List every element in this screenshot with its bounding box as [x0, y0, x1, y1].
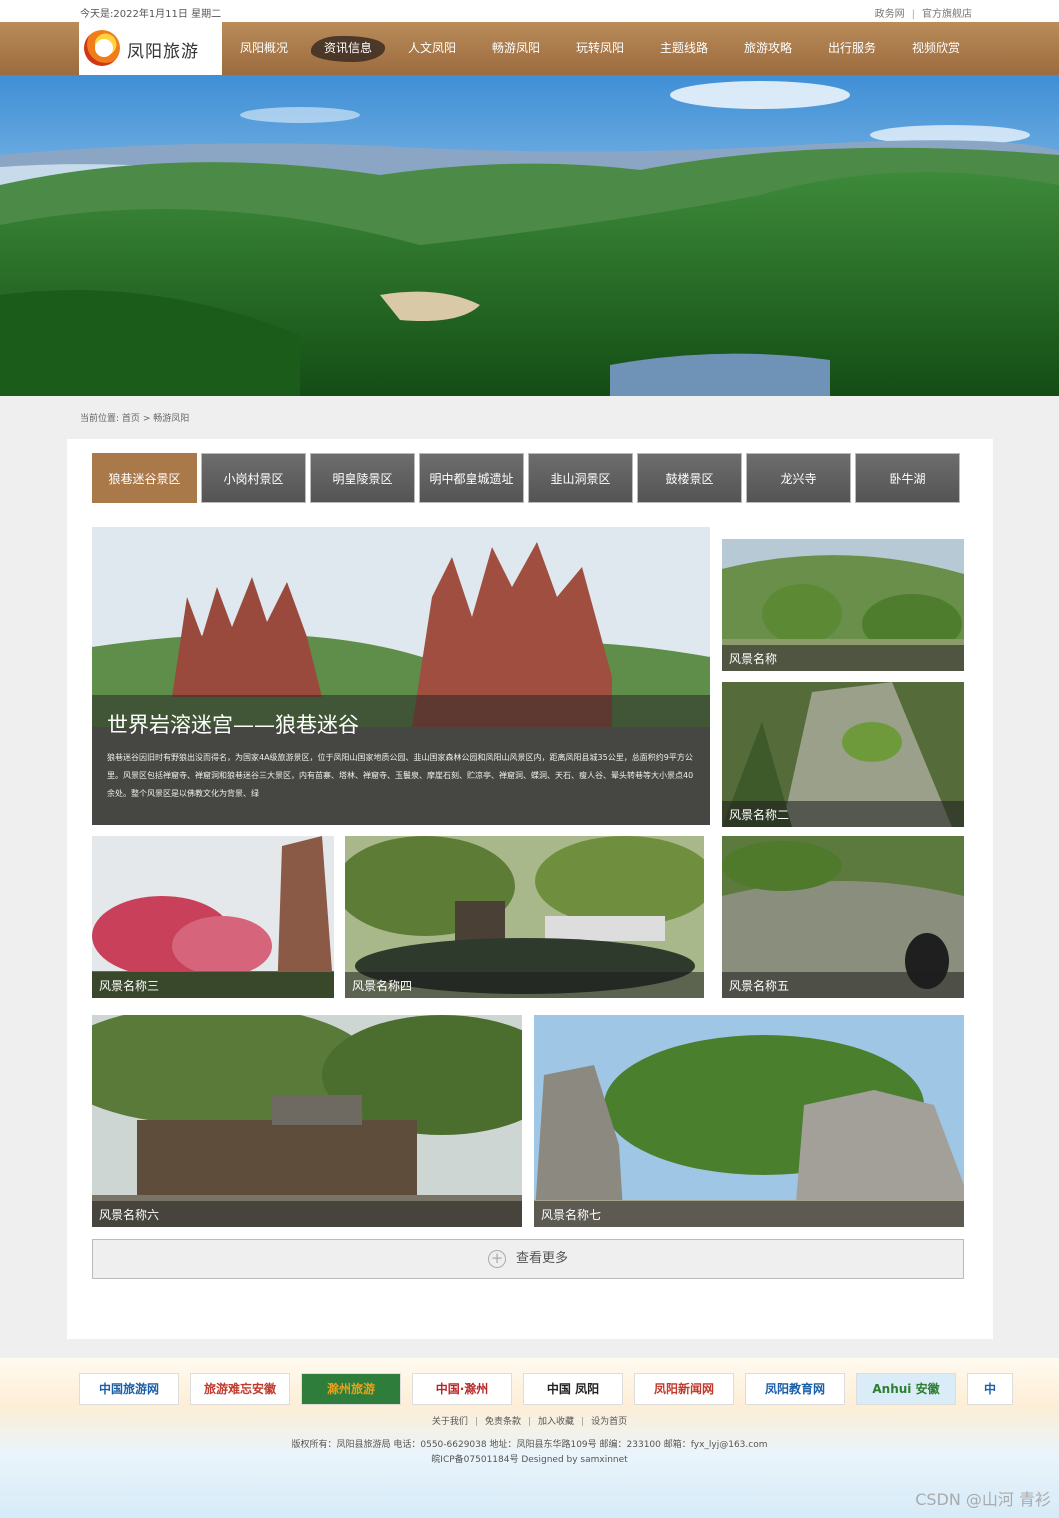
- feature-tile[interactable]: 世界岩溶迷宫——狼巷迷谷 狼巷迷谷因旧时有野狼出没而得名，为国家4A级旅游景区，…: [92, 527, 710, 825]
- link-disclaimer[interactable]: 免责条款: [485, 1417, 521, 1427]
- friend-link-anhui-tour[interactable]: 旅游难忘安徽: [190, 1373, 290, 1405]
- tile-caption: 风景名称七: [534, 1201, 964, 1227]
- link-flagship-store[interactable]: 官方旗舰店: [922, 9, 972, 20]
- friend-link-chuzhou-tour[interactable]: 滁州旅游: [301, 1373, 401, 1405]
- tab-gulou[interactable]: 鼓楼景区: [637, 453, 742, 503]
- scenic-photo: [92, 1015, 522, 1227]
- friend-link-cnta[interactable]: 中国旅游网: [79, 1373, 179, 1405]
- nav-item[interactable]: 出行服务: [810, 22, 894, 75]
- feature-caption: 世界岩溶迷宫——狼巷迷谷 狼巷迷谷因旧时有野狼出没而得名，为国家4A级旅游景区，…: [92, 695, 710, 825]
- scenic-tile[interactable]: 风景名称六: [92, 1015, 522, 1227]
- tile-caption: 风景名称四: [345, 972, 704, 998]
- top-links: 政务网 | 官方旗舰店: [874, 9, 972, 20]
- tab-jiushandong[interactable]: 韭山洞景区: [528, 453, 633, 503]
- tile-caption: 风景名称二: [722, 801, 964, 827]
- link-about-us[interactable]: 关于我们: [432, 1417, 468, 1427]
- hero-banner-image: [0, 75, 1059, 396]
- link-add-favorite[interactable]: 加入收藏: [538, 1417, 574, 1427]
- breadcrumb-current: 畅游凤阳: [153, 414, 190, 424]
- nav-item-active[interactable]: 资讯信息: [306, 22, 390, 75]
- icp-text: 皖ICP备07501184号 Designed by samxinnet: [431, 1455, 628, 1465]
- tile-caption: 风景名称: [722, 645, 964, 671]
- nav-item[interactable]: 旅游攻略: [726, 22, 810, 75]
- scenic-tabs: 狼巷迷谷景区 小岗村景区 明皇陵景区 明中都皇城遗址 韭山洞景区 鼓楼景区 龙兴…: [92, 453, 964, 503]
- tab-minghuangling[interactable]: 明皇陵景区: [310, 453, 415, 503]
- tile-caption: 风景名称三: [92, 972, 334, 998]
- scenic-panel: 狼巷迷谷景区 小岗村景区 明皇陵景区 明中都皇城遗址 韭山洞景区 鼓楼景区 龙兴…: [67, 439, 993, 1339]
- link-set-homepage[interactable]: 设为首页: [591, 1417, 627, 1427]
- friend-link-anhui[interactable]: Anhui 安徽: [856, 1373, 956, 1405]
- tab-woniuhu[interactable]: 卧牛湖: [855, 453, 960, 503]
- view-more-label: 查看更多: [515, 1251, 568, 1266]
- watermark: CSDN @山河 青衫: [915, 1490, 1051, 1509]
- nav-item[interactable]: 玩转凤阳: [558, 22, 642, 75]
- site-logo[interactable]: 凤阳旅游: [79, 22, 222, 75]
- friend-link-fengyang-edu[interactable]: 凤阳教育网: [745, 1373, 845, 1405]
- nav-item[interactable]: 视频欣赏: [894, 22, 978, 75]
- tab-xiaogang[interactable]: 小岗村景区: [201, 453, 306, 503]
- friend-link-more[interactable]: 中: [967, 1373, 1013, 1405]
- scenic-tile[interactable]: 风景名称五: [722, 836, 964, 998]
- tab-mingzhongdu[interactable]: 明中都皇城遗址: [419, 453, 524, 503]
- feature-description: 狼巷迷谷因旧时有野狼出没而得名，为国家4A级旅游景区，位于凤阳山国家地质公园、韭…: [107, 753, 694, 798]
- plus-icon: +: [487, 1249, 506, 1268]
- current-date: 今天是:2022年1月11日 星期二: [80, 9, 222, 20]
- logo-emblem-icon: [84, 30, 120, 66]
- scenic-tile[interactable]: 风景名称七: [534, 1015, 964, 1227]
- breadcrumb-separator: >: [142, 414, 151, 424]
- nav-item[interactable]: 凤阳概况: [222, 22, 306, 75]
- feature-title: 世界岩溶迷宫——狼巷迷谷: [107, 713, 359, 737]
- main-nav: 凤阳旅游 凤阳概况 资讯信息 人文凤阳 畅游凤阳 玩转凤阳 主题线路 旅游攻略 …: [0, 22, 1059, 75]
- scenic-tile[interactable]: 风景名称: [722, 539, 964, 671]
- logo-text: 凤阳旅游: [127, 42, 199, 62]
- breadcrumb-label: 当前位置:: [80, 414, 120, 424]
- friend-link-fengyang-gov[interactable]: 中国 凤阳: [523, 1373, 623, 1405]
- tab-langxiang[interactable]: 狼巷迷谷景区: [92, 453, 197, 503]
- nav-item[interactable]: 人文凤阳: [390, 22, 474, 75]
- copyright: 版权所有：凤阳县旅游局 电话：0550-6629038 地址：凤阳县东华路109…: [0, 1438, 1059, 1468]
- scenic-tile[interactable]: 风景名称二: [722, 682, 964, 827]
- link-gov[interactable]: 政务网: [875, 9, 905, 20]
- nav-item[interactable]: 主题线路: [642, 22, 726, 75]
- view-more-button[interactable]: + 查看更多: [92, 1239, 964, 1279]
- friend-link-chuzhou[interactable]: 中国·滁州: [412, 1373, 512, 1405]
- friend-links: 中国旅游网 旅游难忘安徽 滁州旅游 中国·滁州 中国 凤阳 凤阳新闻网 凤阳教育…: [79, 1373, 1024, 1405]
- top-bar: 今天是:2022年1月11日 星期二 政务网 | 官方旗舰店: [0, 0, 1059, 22]
- scenic-photo: [534, 1015, 964, 1227]
- tab-longxingsi[interactable]: 龙兴寺: [746, 453, 851, 503]
- scenic-tile[interactable]: 风景名称四: [345, 836, 704, 998]
- breadcrumb-home[interactable]: 首页: [122, 414, 140, 424]
- breadcrumb: 当前位置: 首页 > 畅游凤阳: [80, 411, 189, 424]
- scenic-tile[interactable]: 风景名称三: [92, 836, 334, 998]
- footer-links: 关于我们 | 免责条款 | 加入收藏 | 设为首页: [431, 1417, 628, 1427]
- copyright-text: 版权所有：凤阳县旅游局 电话：0550-6629038 地址：凤阳县东华路109…: [291, 1440, 768, 1450]
- nav-item[interactable]: 畅游凤阳: [474, 22, 558, 75]
- footer: 中国旅游网 旅游难忘安徽 滁州旅游 中国·滁州 中国 凤阳 凤阳新闻网 凤阳教育…: [0, 1358, 1059, 1518]
- tile-caption: 风景名称六: [92, 1201, 522, 1227]
- nav-menu: 凤阳概况 资讯信息 人文凤阳 畅游凤阳 玩转凤阳 主题线路 旅游攻略 出行服务 …: [222, 22, 978, 75]
- tile-caption: 风景名称五: [722, 972, 964, 998]
- friend-link-fengyang-news[interactable]: 凤阳新闻网: [634, 1373, 734, 1405]
